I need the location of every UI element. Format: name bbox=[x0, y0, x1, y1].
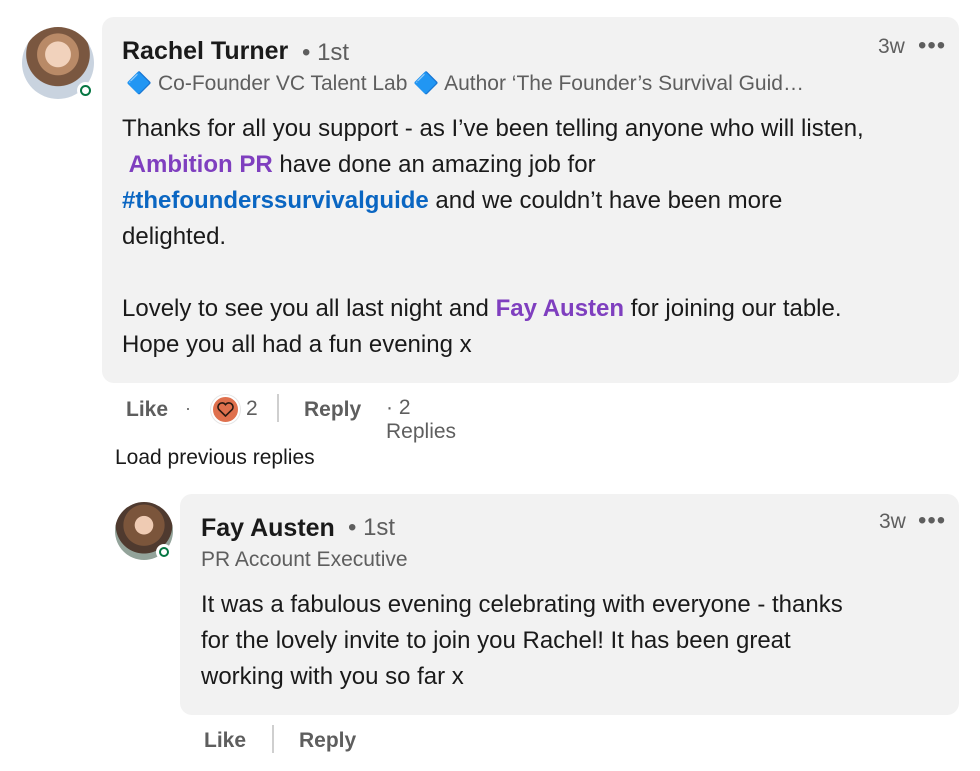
reply-time: 3w bbox=[879, 510, 906, 533]
like-button[interactable]: Like bbox=[126, 398, 168, 422]
author-headline: PR Account Executive bbox=[201, 548, 408, 571]
comment-time: 3w bbox=[878, 35, 905, 58]
reply-button[interactable]: Reply bbox=[304, 398, 361, 422]
reply-line-3: working with you so far x bbox=[201, 663, 464, 690]
comment-line-3: #thefounderssurvivalguide and we couldn’… bbox=[122, 183, 952, 219]
reply-body: It was a fabulous evening celebrating wi… bbox=[201, 587, 941, 695]
connection-degree: • 1st bbox=[348, 514, 396, 541]
comment-line-5-start: Lovely to see you all last night and bbox=[122, 295, 496, 322]
load-previous-replies-link[interactable]: Load previous replies bbox=[115, 446, 315, 470]
comment-line-1: Thanks for all you support - as I’ve bee… bbox=[122, 115, 864, 142]
connection-degree: • 1st bbox=[302, 39, 350, 66]
comment-line-2: Ambition PR have done an amazing job for bbox=[122, 147, 952, 183]
more-options-icon[interactable]: ••• bbox=[918, 509, 946, 533]
comment-line-2-text: have done an amazing job for bbox=[272, 151, 596, 178]
reply-line-2: for the lovely invite to join you Rachel… bbox=[201, 627, 791, 654]
more-options-icon[interactable]: ••• bbox=[918, 34, 946, 58]
comment-line-4: delighted. bbox=[122, 223, 227, 250]
online-status-icon bbox=[156, 544, 172, 560]
reply-button[interactable]: Reply bbox=[299, 729, 356, 753]
reply-bubble: Fay Austen • 1st PR Account Executive 3w… bbox=[180, 494, 959, 715]
author-headline: 🔷 Co-Founder VC Talent Lab 🔷 Author ‘The… bbox=[126, 72, 804, 95]
heart-icon[interactable] bbox=[211, 395, 240, 424]
action-divider bbox=[272, 725, 274, 753]
comment-line-5-text: for joining our table. bbox=[624, 295, 842, 322]
reply-line-1: It was a fabulous evening celebrating wi… bbox=[201, 591, 843, 618]
mention-ambition-pr[interactable]: Ambition PR bbox=[129, 151, 273, 178]
comment-line-3-text: and we couldn’t have been more bbox=[428, 187, 783, 214]
comment-bubble: Rachel Turner • 1st 🔷 Co-Founder VC Tale… bbox=[102, 17, 959, 383]
comment-line-5: Lovely to see you all last night and Fay… bbox=[122, 291, 952, 327]
reply-author-name[interactable]: Fay Austen bbox=[201, 514, 335, 543]
comment-line-6: Hope you all had a fun evening x bbox=[122, 331, 472, 358]
reaction-count[interactable]: 2 bbox=[246, 397, 258, 421]
mention-fay-austen[interactable]: Fay Austen bbox=[496, 295, 624, 322]
online-status-icon bbox=[77, 82, 94, 99]
comment-body: Thanks for all you support - as I’ve bee… bbox=[122, 111, 952, 363]
replies-count-link[interactable]: · 2 Replies bbox=[386, 396, 456, 444]
separator-dot: · bbox=[185, 398, 191, 418]
comment-author-name[interactable]: Rachel Turner bbox=[122, 37, 288, 66]
action-divider bbox=[277, 394, 279, 422]
like-button[interactable]: Like bbox=[204, 729, 246, 753]
hashtag-link[interactable]: #thefounderssurvivalguide bbox=[122, 187, 429, 214]
